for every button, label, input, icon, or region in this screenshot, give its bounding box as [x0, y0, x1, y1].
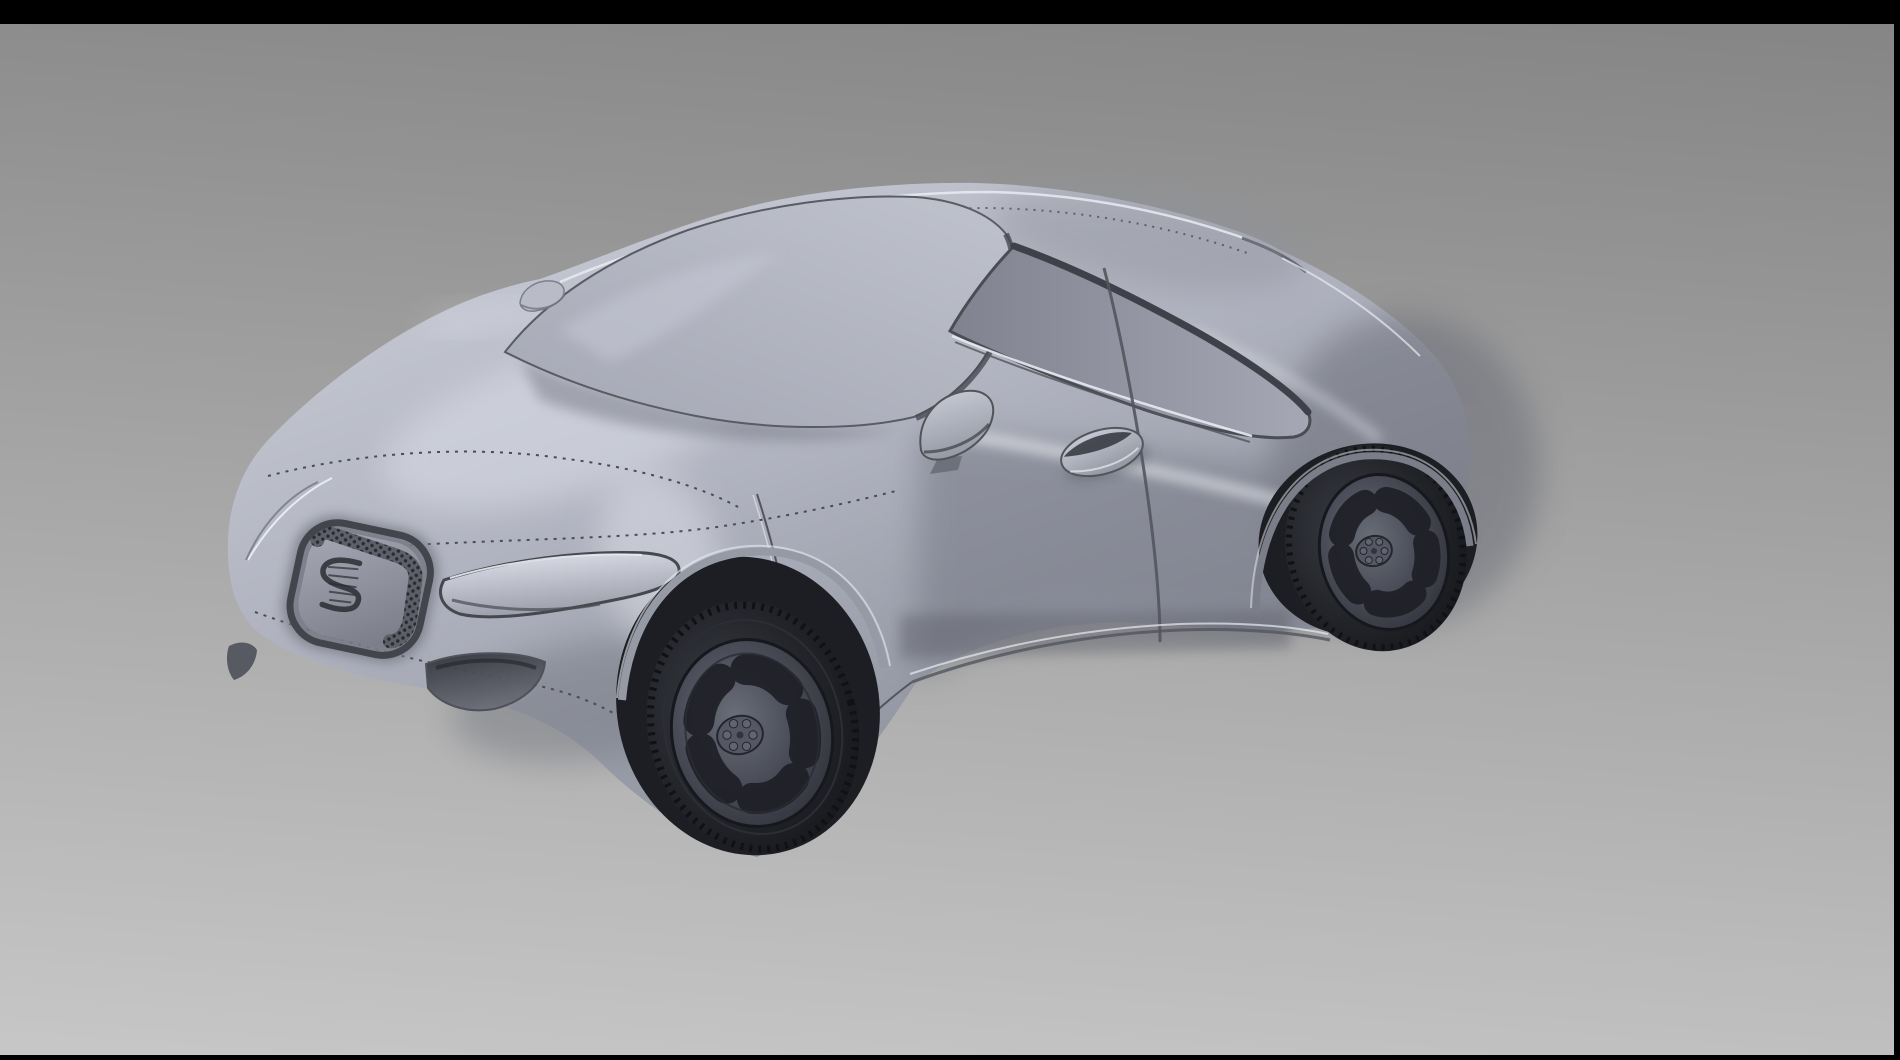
letterbox-bottom	[0, 1055, 1900, 1060]
letterbox-top	[0, 0, 1900, 24]
front-hub-cap	[737, 732, 744, 739]
car-render	[0, 0, 1900, 1060]
viewport[interactable]	[0, 0, 1900, 1060]
letterbox-right	[1894, 0, 1900, 1060]
rear-hub-cap	[1371, 548, 1377, 554]
left-intake-notch	[227, 643, 257, 680]
